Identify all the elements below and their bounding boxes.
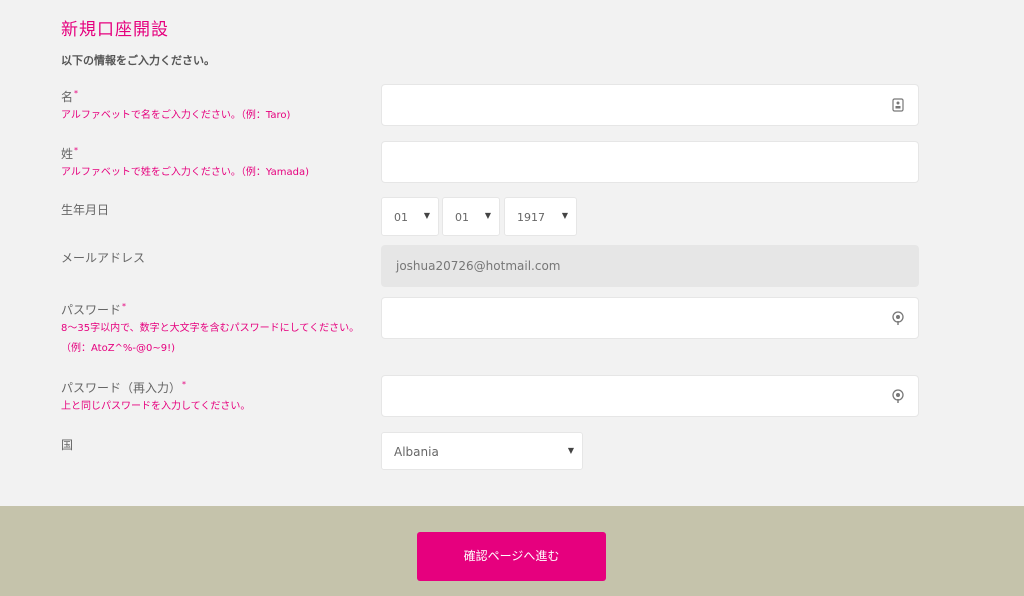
proceed-to-confirmation-button[interactable]: 確認ページへ進む [417, 532, 606, 581]
birth-year-value: 1917 [517, 211, 545, 224]
password-confirm-label-text: パスワード（再入力） [61, 381, 182, 395]
password-confirm-label: パスワード（再入力）* [61, 379, 186, 396]
country-select[interactable]: Albania ▼ [381, 432, 583, 470]
form-intro: 以下の情報をご入力ください。 [61, 54, 215, 67]
email-value: joshua20726@hotmail.com [396, 259, 561, 273]
key-icon[interactable] [890, 388, 906, 404]
first-name-input[interactable] [381, 84, 919, 126]
password-confirm-input[interactable] [381, 375, 919, 417]
password-confirm-hint: 上と同じパスワードを入力してください。 [61, 401, 251, 412]
required-mark: * [182, 380, 187, 389]
last-name-label: 姓* [61, 145, 78, 162]
chevron-down-icon: ▼ [484, 211, 491, 220]
key-icon[interactable] [890, 310, 906, 326]
chevron-down-icon: ▼ [423, 211, 430, 220]
password-label: パスワード* [61, 301, 126, 318]
birth-year-select[interactable]: 1917 ▼ [504, 197, 577, 236]
country-value: Albania [394, 445, 439, 459]
password-input[interactable] [381, 297, 919, 339]
birth-month-value: 01 [394, 211, 408, 224]
last-name-hint: アルファベットで姓をご入力ください。（例：Yamada) [61, 167, 310, 178]
first-name-label-text: 名 [61, 90, 74, 104]
birth-month-select[interactable]: 01 ▼ [381, 197, 439, 236]
email-field[interactable]: joshua20726@hotmail.com [381, 245, 919, 287]
birth-day-value: 01 [455, 211, 469, 224]
birthdate-label: 生年月日 [61, 203, 110, 217]
country-label: 国 [61, 438, 74, 452]
required-mark: * [74, 89, 79, 98]
required-mark: * [122, 302, 127, 311]
chevron-down-icon: ▼ [567, 446, 574, 455]
email-label: メールアドレス [61, 251, 146, 265]
first-name-hint: アルファベットで名をご入力ください。（例：Taro) [61, 110, 291, 121]
last-name-label-text: 姓 [61, 147, 74, 161]
password-label-text: パスワード [61, 303, 122, 317]
page-title: 新規口座開設 [61, 20, 169, 40]
chevron-down-icon: ▼ [561, 211, 568, 220]
first-name-label: 名* [61, 88, 78, 105]
last-name-input[interactable] [381, 141, 919, 183]
required-mark: * [74, 146, 79, 155]
password-hint: 8～35字以内で、数字と大文字を含むパスワードにしてください。（例：AtoZ^%… [61, 323, 360, 354]
id-card-icon [892, 98, 904, 112]
birth-day-select[interactable]: 01 ▼ [442, 197, 500, 236]
